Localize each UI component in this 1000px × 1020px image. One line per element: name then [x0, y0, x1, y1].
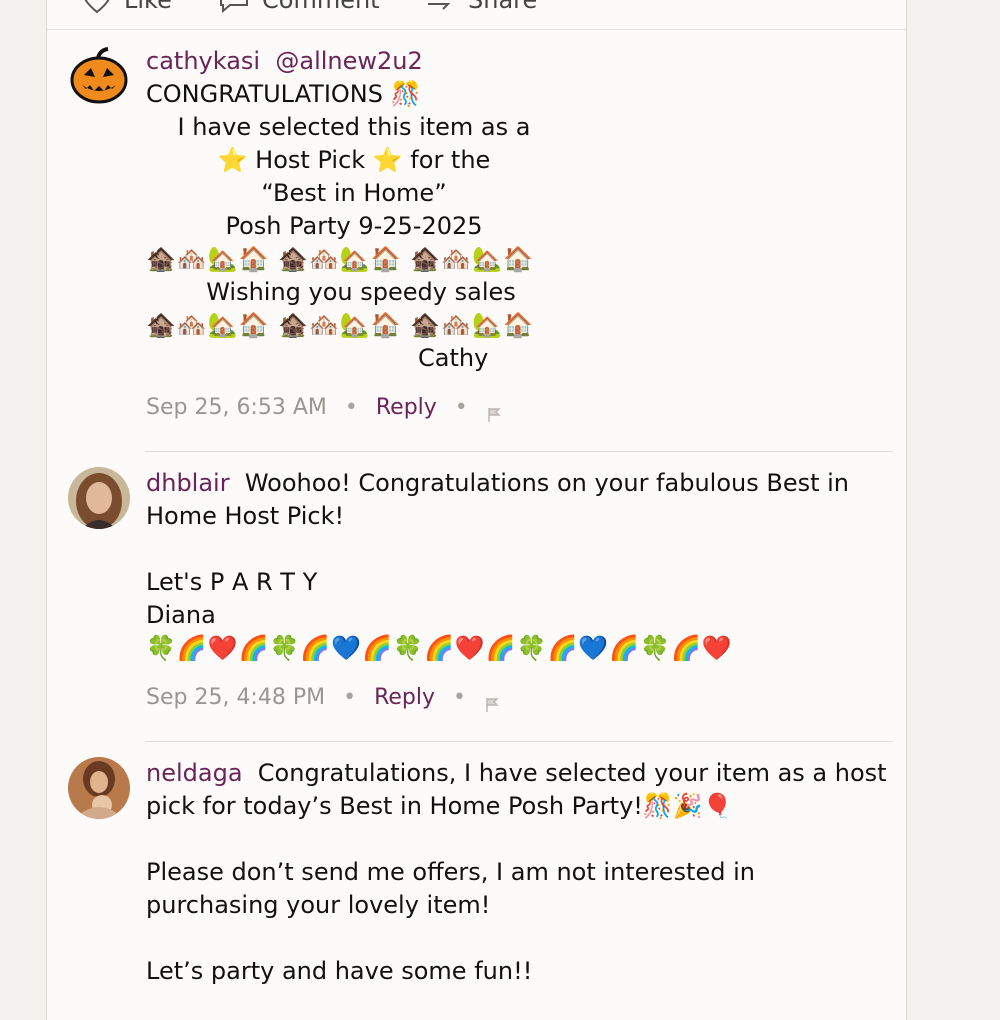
timestamp: Sep 25, 6:53 AM: [146, 395, 327, 420]
comment-line: Posh Party 9-25-2025: [225, 212, 483, 240]
comment-line: Wishing you speedy sales: [206, 278, 516, 306]
comment-body: dhblair Woohoo! Congratulations on your …: [146, 467, 898, 714]
comment-line: pick for today’s Best in Home Posh Party…: [146, 792, 733, 820]
like-button[interactable]: Like: [82, 0, 172, 14]
comment-header: dhblair Woohoo! Congratulations on your …: [146, 467, 898, 500]
comment-line: purchasing your lovely item!: [146, 891, 491, 919]
comment-line: Cathy: [418, 344, 489, 372]
share-button[interactable]: Share: [424, 0, 537, 14]
divider: [145, 741, 893, 742]
comment-line: [146, 823, 898, 856]
flag-icon[interactable]: [484, 690, 500, 712]
username-link[interactable]: dhblair: [146, 469, 230, 497]
comment-meta: Sep 25, 6:53 AM • Reply •: [146, 391, 898, 424]
reply-button[interactable]: Reply: [376, 391, 437, 424]
comment-meta: Sep 25, 4:48 PM • Reply •: [146, 681, 898, 714]
pumpkin-avatar[interactable]: [68, 45, 130, 107]
comment-header: neldaga Congratulations, I have selected…: [146, 757, 898, 790]
timestamp: Sep 25, 4:48 PM: [146, 685, 326, 710]
comment-line: Diana: [146, 601, 216, 629]
username-link[interactable]: cathykasi: [146, 47, 260, 75]
comment-line: I have selected this item as a: [177, 113, 531, 141]
comment-line: 🍀🌈❤️🌈🍀🌈💙🌈🍀🌈❤️🌈🍀🌈💙🌈🍀🌈❤️: [146, 634, 733, 662]
comment-line: CONGRATULATIONS 🎊: [146, 80, 421, 108]
comment-line: ⭐ Host Pick ⭐ for the: [217, 146, 491, 174]
separator-dot: •: [343, 685, 357, 710]
separator-dot: •: [453, 685, 466, 710]
comment-text: Congratulations, I have selected your it…: [257, 759, 887, 787]
comment-line: 🏚️🏘️🏡🏠 🏚️🏘️🏡🏠 🏚️🏘️🏡🏠: [146, 245, 534, 273]
comment-line: Please don’t send me offers, I am not in…: [146, 858, 755, 886]
comment-line: Let’s party and have some fun!!: [146, 957, 533, 985]
like-label: Like: [124, 0, 172, 14]
separator-dot: •: [344, 395, 358, 420]
flag-icon[interactable]: [486, 400, 502, 422]
share-icon: [424, 0, 456, 14]
comment-body: cathykasi @allnew2u2 CONGRATULATIONS 🎊 I…: [146, 45, 898, 424]
comment-line: 🏚️🏘️🏡🏠 🏚️🏘️🏡🏠 🏚️🏘️🏡🏠: [146, 311, 534, 339]
page: Like Comment Share cathykasi @allnew2u2 …: [0, 0, 1000, 1020]
separator-dot: •: [454, 395, 468, 420]
comment-text: Woohoo! Congratulations on your fabulous…: [244, 469, 850, 497]
comment-body: neldaga Congratulations, I have selected…: [146, 757, 898, 988]
user-avatar[interactable]: [68, 757, 130, 819]
comment-button[interactable]: Comment: [218, 0, 380, 14]
user-avatar[interactable]: [68, 467, 130, 529]
mention-link[interactable]: @allnew2u2: [275, 47, 422, 75]
username-link[interactable]: neldaga: [146, 759, 243, 787]
heart-icon: [82, 0, 112, 14]
divider: [145, 451, 893, 452]
comment-line: Let's P A R T Y: [146, 568, 318, 596]
comment-line: [146, 533, 898, 566]
action-bar: Like Comment Share: [46, 0, 907, 30]
comment-icon: [218, 0, 250, 14]
comment-label: Comment: [262, 0, 380, 14]
comment-header: cathykasi @allnew2u2: [146, 45, 898, 78]
comment-line: [146, 922, 898, 955]
comment-line: Home Host Pick!: [146, 502, 345, 530]
share-label: Share: [468, 0, 538, 14]
reply-button[interactable]: Reply: [374, 681, 435, 714]
comment-line: “Best in Home”: [261, 179, 447, 207]
